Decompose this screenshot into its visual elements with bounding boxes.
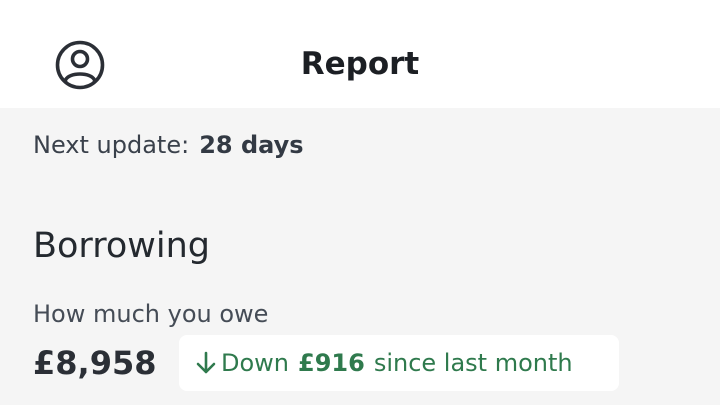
app-header: Report [0,0,720,108]
change-direction: Down [221,349,290,377]
change-value: £916 [298,349,365,377]
borrowing-section-title: Borrowing [33,226,210,266]
owed-amount: £8,958 [33,344,157,382]
next-update-value: 28 days [199,131,304,159]
next-update-label: Next update: [33,131,190,159]
next-update-row: Next update: 28 days [33,128,304,162]
arrow-down-icon [195,350,217,376]
monthly-change-badge: Down £916 since last month [179,335,619,391]
change-suffix: since last month [373,349,573,377]
page-title: Report [300,46,420,82]
owe-label: How much you owe [33,300,269,328]
